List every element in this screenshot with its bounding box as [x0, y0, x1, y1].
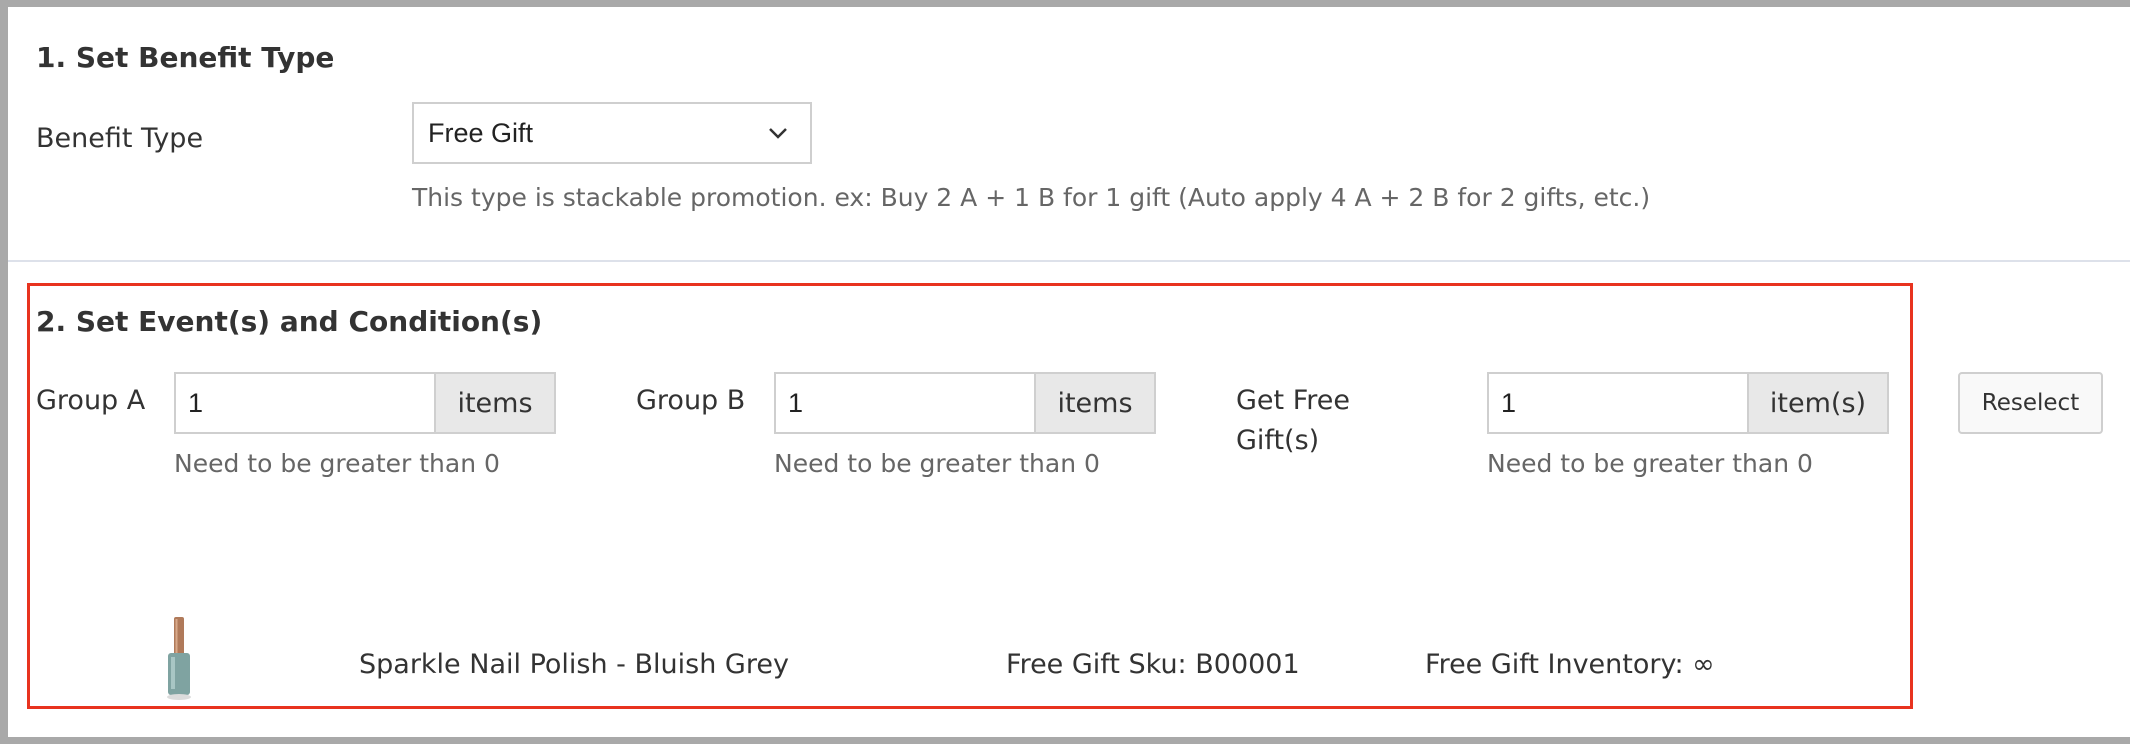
group-a-hint: Need to be greater than 0 [174, 449, 500, 478]
section-1-title: 1. Set Benefit Type [36, 41, 335, 74]
group-a-quantity-input[interactable] [176, 374, 434, 432]
reselect-button[interactable]: Reselect [1958, 372, 2103, 434]
group-b-label: Group B [636, 385, 746, 416]
free-gift-input-group: item(s) [1487, 372, 1889, 434]
group-b-quantity-input[interactable] [776, 374, 1034, 432]
highlight-box [27, 283, 1913, 709]
benefit-type-select[interactable]: Free Gift [412, 102, 812, 164]
free-gift-quantity-input[interactable] [1489, 374, 1747, 432]
group-a-unit: items [434, 374, 554, 432]
group-a-label: Group A [36, 385, 146, 416]
free-gift-label-line2: Gift(s) [1236, 425, 1320, 456]
group-a-input-group: items [174, 372, 556, 434]
group-b-input-group: items [774, 372, 1156, 434]
free-gift-unit: item(s) [1747, 374, 1887, 432]
free-gift-label-line1: Get Free [1236, 385, 1350, 416]
chevron-down-icon [769, 128, 787, 139]
group-b-hint: Need to be greater than 0 [774, 449, 1100, 478]
group-b-unit: items [1034, 374, 1154, 432]
product-name: Sparkle Nail Polish - Bluish Grey [359, 649, 789, 680]
free-gift-hint: Need to be greater than 0 [1487, 449, 1813, 478]
section-divider [8, 260, 2130, 262]
benefit-type-label: Benefit Type [36, 123, 204, 154]
product-inventory: Free Gift Inventory: ∞ [1425, 649, 1715, 680]
section-2-title: 2. Set Event(s) and Condition(s) [36, 305, 543, 338]
nail-polish-bottle-icon [167, 617, 191, 700]
page-frame: 1. Set Benefit Type Benefit Type Free Gi… [8, 7, 2130, 737]
benefit-type-value: Free Gift [428, 117, 534, 148]
product-sku: Free Gift Sku: B00001 [1006, 649, 1300, 680]
benefit-type-hint: This type is stackable promotion. ex: Bu… [412, 183, 1651, 212]
